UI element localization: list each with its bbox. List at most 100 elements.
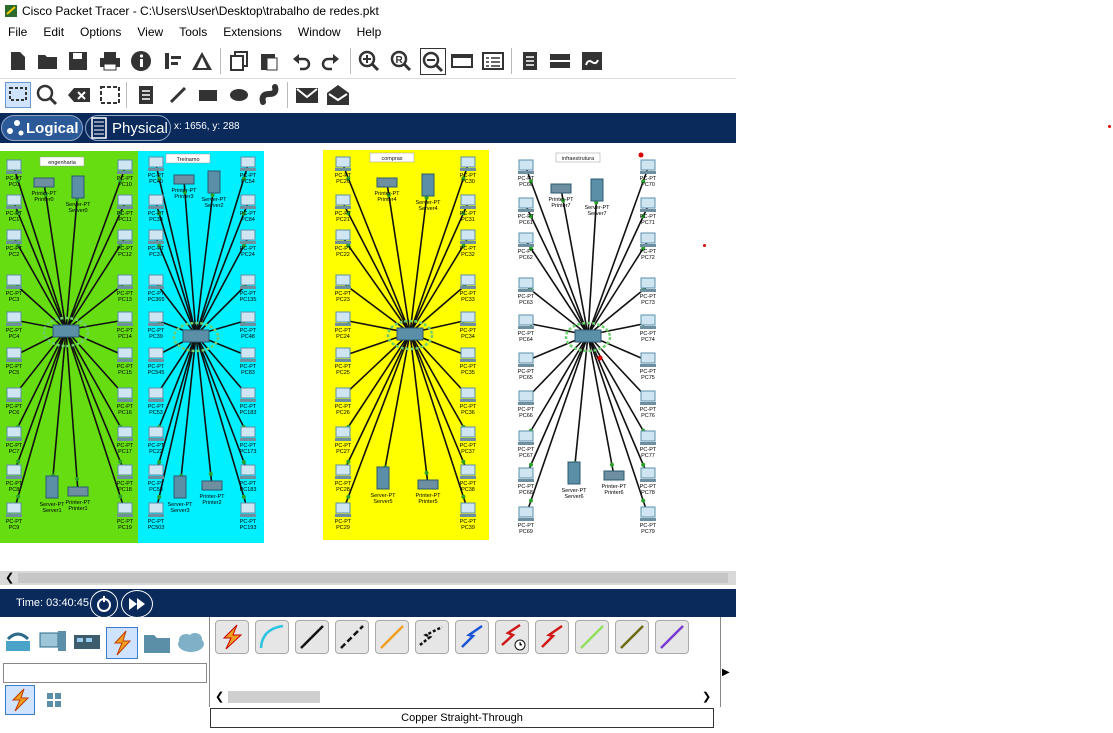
- menu-view[interactable]: View: [129, 22, 171, 39]
- pc-device[interactable]: PC-PTPC68: [518, 467, 535, 496]
- console-cable-icon[interactable]: [255, 620, 289, 654]
- pc-device[interactable]: PC-PTPC14: [117, 311, 134, 340]
- menu-edit[interactable]: Edit: [35, 22, 72, 39]
- logical-workspace[interactable]: engenharia Treinamo compras infraestrutura P…: [0, 143, 736, 571]
- pc-device[interactable]: PC-PTPC70: [640, 159, 657, 188]
- fast-forward-button[interactable]: [121, 590, 153, 618]
- multiuser-icon[interactable]: [176, 629, 206, 658]
- pc-device[interactable]: PC-PTPC36: [460, 387, 477, 416]
- pc-device[interactable]: PC-PTPC193: [240, 502, 257, 531]
- printer-device[interactable]: Printer-PTPrinter7: [548, 183, 574, 209]
- usb-cable-icon[interactable]: [655, 620, 689, 654]
- power-cycle-button[interactable]: [90, 590, 118, 618]
- pc-device[interactable]: PC-PTPC39: [148, 311, 165, 340]
- pc-device[interactable]: PC-PTPC23: [335, 274, 352, 303]
- pc-device[interactable]: PC-PTPC48: [240, 311, 257, 340]
- cable-scroll-thumb[interactable]: [228, 691, 320, 703]
- pc-device[interactable]: PC-PTPC25: [335, 347, 352, 376]
- printer-device[interactable]: Printer-PTPrinter5: [415, 479, 441, 505]
- pc-device[interactable]: PC-PTPC37: [148, 229, 165, 258]
- miscellaneous-icon[interactable]: [142, 629, 172, 658]
- menu-window[interactable]: Window: [290, 22, 349, 39]
- inspect-icon[interactable]: [35, 83, 59, 107]
- pc-device[interactable]: PC-PTPC18: [117, 464, 134, 493]
- notes-icon[interactable]: [518, 49, 542, 73]
- pc-device[interactable]: PC-PTPC24: [335, 311, 352, 340]
- line-icon[interactable]: [166, 83, 190, 107]
- menu-help[interactable]: Help: [349, 22, 390, 39]
- pc-device[interactable]: PC-PTPC20: [335, 156, 352, 185]
- note-icon[interactable]: [134, 83, 158, 107]
- pc-device[interactable]: PC-PTPC69: [518, 506, 535, 535]
- pc-device[interactable]: PC-PTPC79: [640, 506, 657, 535]
- resize-icon[interactable]: [98, 83, 122, 107]
- pc-device[interactable]: PC-PTPC503: [148, 502, 165, 531]
- pc-device[interactable]: PC-PTPC83: [240, 347, 257, 376]
- zoom-in-icon[interactable]: [357, 49, 381, 73]
- copper-cross-icon[interactable]: [335, 620, 369, 654]
- scroll-left-icon[interactable]: ❮: [5, 571, 14, 584]
- zoom-out-icon[interactable]: [420, 48, 446, 75]
- coaxial-icon[interactable]: [455, 620, 489, 654]
- pc-device[interactable]: PC-PTPC29: [335, 502, 352, 531]
- cable-scroll-left-icon[interactable]: ❮: [215, 690, 224, 703]
- pc-device[interactable]: PC-PTPC71: [640, 197, 657, 226]
- workspace-scrollbar[interactable]: ❮: [0, 571, 736, 585]
- pc-device[interactable]: PC-PTPC66: [518, 390, 535, 419]
- pc-device[interactable]: PC-PTPC61: [518, 197, 535, 226]
- custom-device-icon[interactable]: [481, 49, 505, 73]
- select-icon[interactable]: [5, 82, 31, 108]
- pc-device[interactable]: PC-PTPC183: [240, 387, 257, 416]
- pc-device[interactable]: PC-PTPC13: [117, 274, 134, 303]
- network-topology[interactable]: engenharia Treinamo compras infraestrutura P…: [0, 143, 736, 571]
- drawing-palette-icon[interactable]: [450, 49, 474, 73]
- delete-icon[interactable]: [67, 83, 91, 107]
- paste-icon[interactable]: [257, 49, 281, 73]
- pc-device[interactable]: PC-PTPC65: [518, 352, 535, 381]
- save-icon[interactable]: [66, 49, 90, 73]
- copy-icon[interactable]: [227, 49, 251, 73]
- pc-device[interactable]: PC-PTPC16: [117, 387, 134, 416]
- new-icon[interactable]: [6, 49, 30, 73]
- pc-device[interactable]: PC-PTPC54: [240, 156, 257, 185]
- panel-expand-icon[interactable]: ▶: [722, 667, 730, 678]
- printer-device[interactable]: Printer-PTPrinter0: [31, 177, 57, 203]
- simple-pdu-icon[interactable]: [295, 83, 319, 107]
- pc-device[interactable]: PC-PTPC75: [640, 352, 657, 381]
- pc-device[interactable]: PC-PTPC30: [460, 156, 477, 185]
- pc-device[interactable]: PC-PTPC15: [117, 347, 134, 376]
- freeform-icon[interactable]: [258, 83, 282, 107]
- copper-straight-icon[interactable]: [295, 620, 329, 654]
- viewport-icon[interactable]: [580, 49, 604, 73]
- printer-device[interactable]: Printer-PTPrinter3: [171, 174, 197, 200]
- pc-device[interactable]: PC-PTPC35: [460, 347, 477, 376]
- iot-custom-cable-icon[interactable]: [615, 620, 649, 654]
- pc-device[interactable]: PC-PTPC31: [460, 194, 477, 223]
- complex-pdu-icon[interactable]: [326, 83, 350, 107]
- physical-tab[interactable]: Physical: [85, 115, 171, 141]
- logical-tab[interactable]: Logical: [1, 115, 83, 141]
- pc-device[interactable]: PC-PTPC27: [335, 426, 352, 455]
- pc-device[interactable]: PC-PTPC22: [335, 229, 352, 258]
- pc-device[interactable]: PC-PTPC28: [335, 464, 352, 493]
- pc-device[interactable]: PC-PTPC33: [460, 274, 477, 303]
- pc-device[interactable]: PC-PTPC34: [460, 311, 477, 340]
- menu-tools[interactable]: Tools: [171, 22, 215, 39]
- pc-device[interactable]: PC-PTPC74: [640, 314, 657, 343]
- pc-device[interactable]: PC-PTPC40: [148, 156, 165, 185]
- pc-device[interactable]: PC-PTPC10: [117, 159, 134, 188]
- pc-device[interactable]: PC-PTPC67: [518, 430, 535, 459]
- pc-device[interactable]: PC-PTPC19: [117, 502, 134, 531]
- serial-dce-icon[interactable]: [495, 620, 529, 654]
- connections-icon[interactable]: [106, 627, 138, 659]
- device-search-field[interactable]: [3, 663, 207, 683]
- pc-device[interactable]: PC-PTPC38: [460, 464, 477, 493]
- pc-device[interactable]: PC-PTPC77: [640, 430, 657, 459]
- print-icon[interactable]: [98, 49, 122, 73]
- pc-device[interactable]: PC-PTPC365: [148, 274, 165, 303]
- undo-icon[interactable]: [289, 49, 313, 73]
- pc-device[interactable]: PC-PTPC17: [117, 426, 134, 455]
- pc-device[interactable]: PC-PTPC39: [460, 502, 477, 531]
- pc-device[interactable]: PC-PTPC26: [335, 387, 352, 416]
- pc-device[interactable]: PC-PTPC73: [640, 277, 657, 306]
